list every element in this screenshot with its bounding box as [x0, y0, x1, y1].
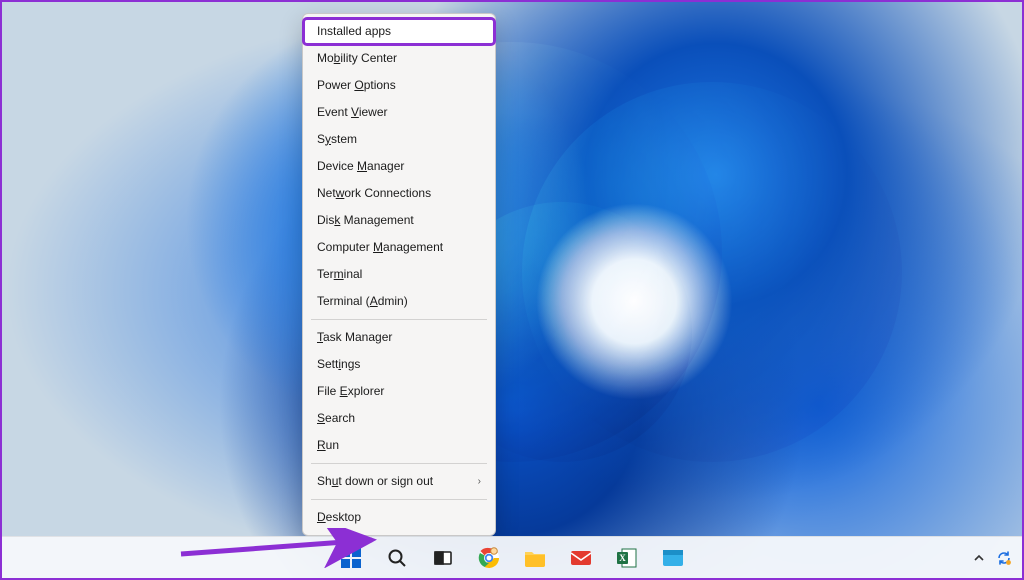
- menu-item-label: Mobility Center: [317, 50, 397, 67]
- menu-item-computer-management[interactable]: Computer Management: [303, 234, 495, 261]
- mail-icon: [570, 548, 592, 568]
- window-icon: [662, 549, 684, 567]
- start-context-menu: Installed apps Mobility Center Power Optio…: [302, 13, 496, 536]
- menu-item-label: Power Options: [317, 77, 396, 94]
- menu-item-search[interactable]: Search: [303, 405, 495, 432]
- chrome-app[interactable]: [470, 539, 508, 577]
- menu-separator: [311, 463, 487, 464]
- menu-item-settings[interactable]: Settings: [303, 351, 495, 378]
- menu-item-desktop[interactable]: Desktop: [303, 504, 495, 531]
- menu-item-label: Desktop: [317, 509, 361, 526]
- window-app[interactable]: [654, 539, 692, 577]
- menu-item-label: Run: [317, 437, 339, 454]
- svg-text:X: X: [619, 553, 626, 563]
- menu-item-label: Device Manager: [317, 158, 404, 175]
- search-button[interactable]: [378, 539, 416, 577]
- start-button[interactable]: [332, 539, 370, 577]
- excel-icon: X: [616, 547, 638, 569]
- menu-item-network-connections[interactable]: Network Connections: [303, 180, 495, 207]
- menu-item-label: Terminal (Admin): [317, 293, 408, 310]
- menu-item-label: Settings: [317, 356, 360, 373]
- menu-separator: [311, 319, 487, 320]
- chevron-right-icon: ›: [478, 473, 481, 490]
- menu-item-run[interactable]: Run: [303, 432, 495, 459]
- menu-item-device-manager[interactable]: Device Manager: [303, 153, 495, 180]
- menu-item-label: Network Connections: [317, 185, 431, 202]
- taskview-button[interactable]: [424, 539, 462, 577]
- search-icon: [387, 548, 407, 568]
- menu-item-label: Computer Management: [317, 239, 443, 256]
- menu-item-event-viewer[interactable]: Event Viewer: [303, 99, 495, 126]
- menu-item-label: Terminal: [317, 266, 362, 283]
- menu-item-label: Disk Management: [317, 212, 414, 229]
- taskview-icon: [433, 548, 453, 568]
- menu-item-mobility-center[interactable]: Mobility Center: [303, 45, 495, 72]
- taskbar: X: [2, 536, 1022, 578]
- menu-item-disk-management[interactable]: Disk Management: [303, 207, 495, 234]
- tray-sync[interactable]: [996, 550, 1012, 566]
- menu-item-installed-apps[interactable]: Installed apps: [303, 18, 495, 45]
- menu-item-label: Event Viewer: [317, 104, 388, 121]
- menu-item-task-manager[interactable]: Task Manager: [303, 324, 495, 351]
- menu-item-system[interactable]: System: [303, 126, 495, 153]
- start-icon: [340, 547, 362, 569]
- chrome-icon: [478, 547, 500, 569]
- tray-chevron[interactable]: [972, 551, 986, 565]
- folder-icon: [524, 548, 546, 568]
- menu-item-label: Task Manager: [317, 329, 392, 346]
- menu-item-terminal-admin[interactable]: Terminal (Admin): [303, 288, 495, 315]
- menu-item-terminal[interactable]: Terminal: [303, 261, 495, 288]
- menu-item-label: Installed apps: [317, 23, 391, 40]
- desktop-wallpaper: [2, 2, 1022, 578]
- menu-item-label: Search: [317, 410, 355, 427]
- menu-item-label: Shut down or sign out: [317, 473, 433, 490]
- mail-app[interactable]: [562, 539, 600, 577]
- menu-item-file-explorer[interactable]: File Explorer: [303, 378, 495, 405]
- menu-item-label: System: [317, 131, 357, 148]
- explorer-app[interactable]: [516, 539, 554, 577]
- menu-separator: [311, 499, 487, 500]
- excel-app[interactable]: X: [608, 539, 646, 577]
- menu-item-power-options[interactable]: Power Options: [303, 72, 495, 99]
- menu-item-shut-down-or-sign-out[interactable]: Shut down or sign out ›: [303, 468, 495, 495]
- menu-item-label: File Explorer: [317, 383, 384, 400]
